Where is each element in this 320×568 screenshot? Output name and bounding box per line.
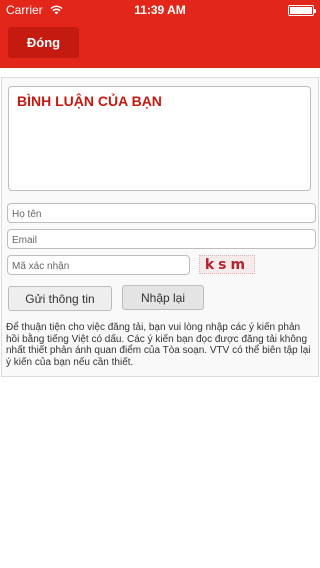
captcha-image: ksm [199,255,255,274]
name-field[interactable] [7,203,316,224]
captcha-input[interactable] [8,257,189,276]
close-button[interactable]: Đóng [8,27,79,58]
disclaimer-text: Để thuận tiện cho việc đăng tải, bạn vui… [6,322,311,368]
clock: 11:39 AM [134,3,186,17]
submit-button[interactable]: Gửi thông tin [8,286,112,311]
status-bar: Carrier 11:39 AM [0,0,320,20]
battery-icon [288,5,316,16]
top-bar: Carrier 11:39 AM Đóng [0,0,320,68]
name-input[interactable] [8,205,315,224]
captcha-field[interactable] [7,255,190,276]
comment-form: BÌNH LUẬN CỦA BẠN ksm Gửi thông tin Nhập… [1,77,319,377]
reset-button[interactable]: Nhập lại [122,285,204,310]
comment-textarea[interactable]: BÌNH LUẬN CỦA BẠN [8,86,311,191]
comment-title: BÌNH LUẬN CỦA BẠN [17,93,162,109]
email-field[interactable] [7,229,316,250]
email-input[interactable] [8,231,315,250]
